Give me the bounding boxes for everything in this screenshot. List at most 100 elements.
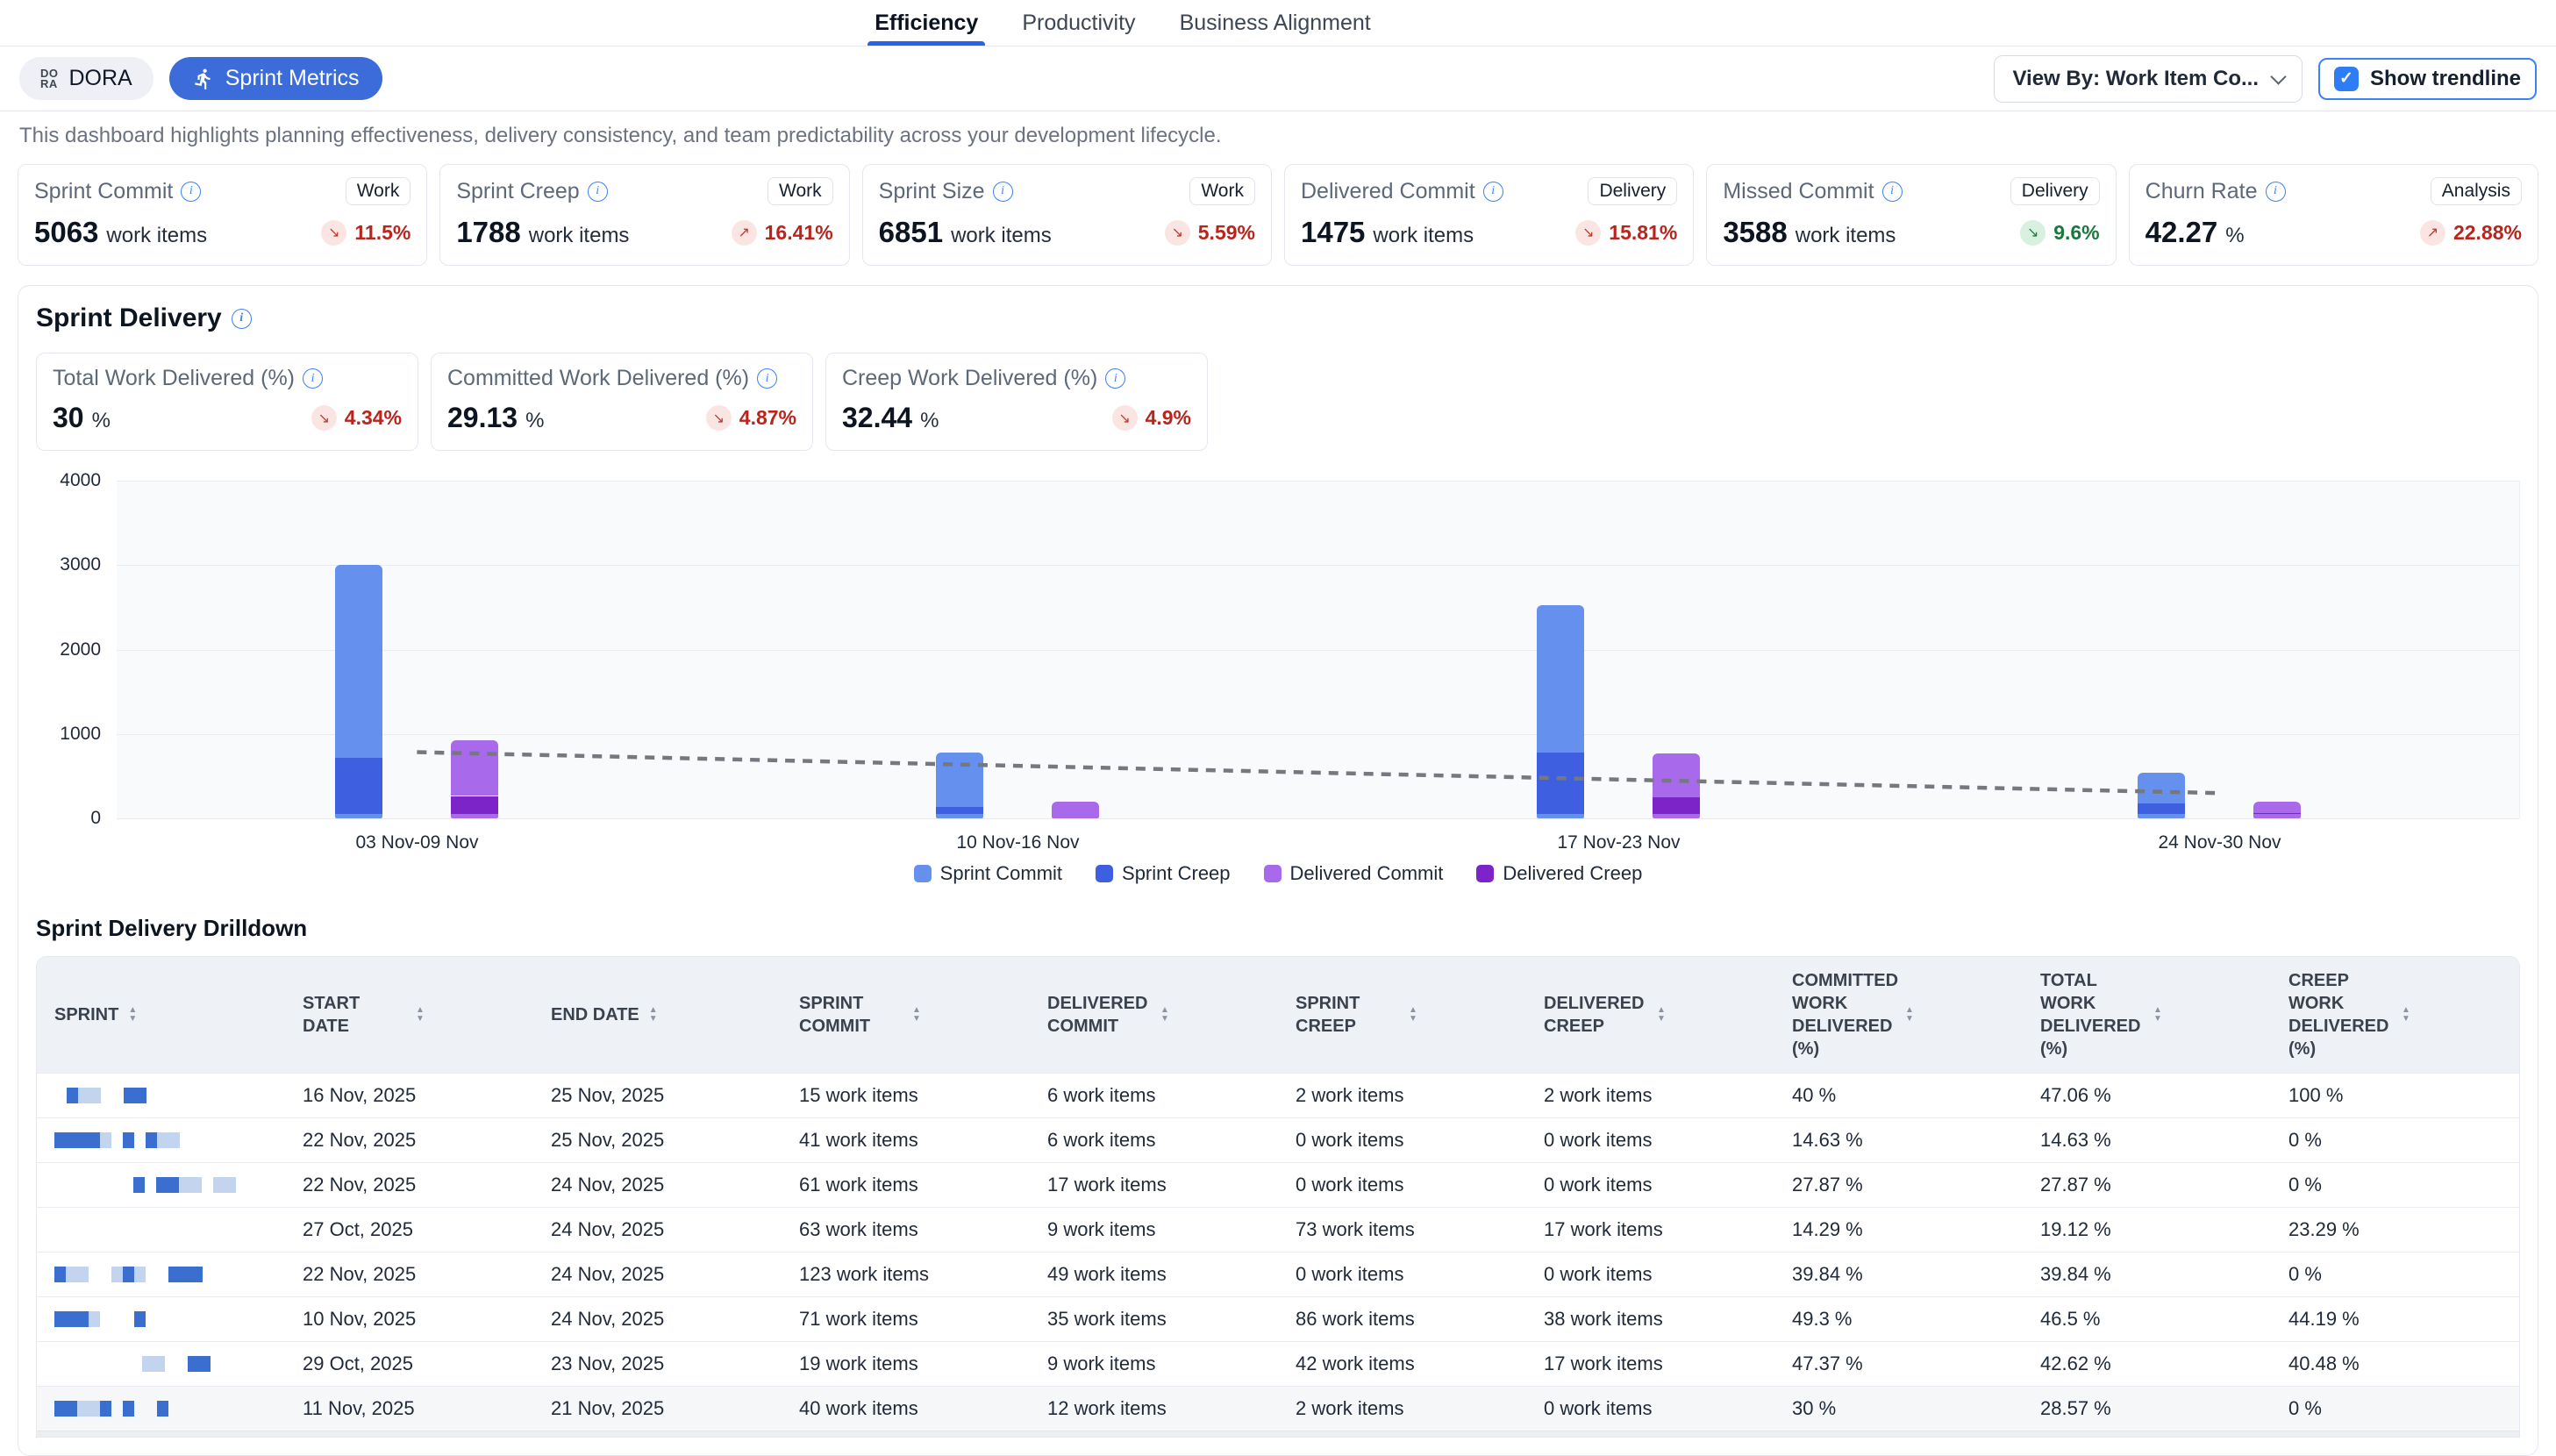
- sprint-delivery-panel: Sprint Delivery Total Work Delivered (%)…: [18, 285, 2538, 1456]
- trendline-checkbox[interactable]: [2334, 67, 2359, 91]
- drilldown-table: Sprint Start DateEnd DateSprint Commit Del…: [36, 956, 2520, 1438]
- redacted-block: [100, 1311, 111, 1327]
- table-row[interactable]: 27 Oct, 202524 Nov, 202563 work items9 w…: [37, 1207, 2519, 1252]
- redacted-block: [134, 1267, 146, 1282]
- redacted-block: [157, 1401, 168, 1417]
- table-cell: 9 work items: [1030, 1218, 1278, 1241]
- column-header-label: Delivered Commit: [1047, 992, 1151, 1038]
- trend-indicator: ↘5.59%: [1165, 220, 1255, 246]
- metric-card-title-row: Total Work Delivered (%): [53, 366, 323, 391]
- table-row[interactable]: 29 Oct, 202523 Nov, 202519 work items9 w…: [37, 1341, 2519, 1386]
- tab-productivity[interactable]: Productivity: [1015, 0, 1142, 46]
- metric-card-header: Total Work Delivered (%): [53, 366, 402, 391]
- legend-item-sprint-creep[interactable]: Sprint Creep: [1096, 862, 1231, 885]
- column-header-label: Sprint: [54, 1003, 118, 1026]
- redacted-block: [100, 1401, 111, 1417]
- column-header-end-date[interactable]: End Date: [533, 991, 782, 1038]
- table-row[interactable]: 22 Nov, 202525 Nov, 202541 work items6 w…: [37, 1117, 2519, 1162]
- category-badge: Work: [1189, 177, 1255, 205]
- table-cell: 27.87 %: [2023, 1174, 2271, 1196]
- legend-item-sprint-commit[interactable]: Sprint Commit: [914, 862, 1062, 885]
- y-tick-label: 3000: [60, 554, 101, 575]
- table-row[interactable]: 22 Nov, 202524 Nov, 2025123 work items49…: [37, 1252, 2519, 1296]
- metric-card-value-row: 5063work items↘11.5%: [34, 216, 411, 249]
- column-header-sprint-creep[interactable]: Sprint Creep: [1278, 980, 1526, 1050]
- table-row[interactable]: 10 Nov, 202524 Nov, 202571 work items35 …: [37, 1296, 2519, 1341]
- redacted-block: [123, 1311, 134, 1327]
- legend-item-delivered-commit[interactable]: Delivered Commit: [1264, 862, 1444, 885]
- table-cell: 11 Nov, 2025: [285, 1397, 533, 1420]
- metric-card-total-work-delivered: Total Work Delivered (%)30%↘4.34%: [36, 353, 418, 451]
- dora-button[interactable]: DO RA DORA: [19, 57, 154, 100]
- column-header-delivered-creep[interactable]: Delivered Creep: [1526, 980, 1774, 1050]
- metric-cards-row: Sprint CommitWork5063work items↘11.5%Spr…: [0, 157, 2556, 266]
- column-header-start-date[interactable]: Start Date: [285, 980, 533, 1050]
- redacted-block: [157, 1267, 168, 1282]
- redacted-block: [168, 1132, 180, 1148]
- info-icon[interactable]: [1483, 182, 1503, 202]
- table-cell: 0 work items: [1526, 1174, 1774, 1196]
- info-icon[interactable]: [993, 182, 1013, 202]
- metric-value: 42.27: [2145, 216, 2218, 249]
- table-row[interactable]: 11 Nov, 202521 Nov, 202540 work items12 …: [37, 1386, 2519, 1431]
- table-row[interactable]: 16 Nov, 202525 Nov, 202515 work items6 w…: [37, 1073, 2519, 1117]
- arrow-down-right-icon: ↘: [2020, 220, 2046, 246]
- legend-item-delivered-creep[interactable]: Delivered Creep: [1476, 862, 1642, 885]
- info-icon[interactable]: [588, 182, 608, 202]
- metric-value-wrap: 6851work items: [879, 216, 1052, 249]
- table-cell: 17 work items: [1526, 1353, 1774, 1375]
- redacted-block: [100, 1132, 111, 1148]
- trend-value: 15.81%: [1609, 221, 1677, 245]
- x-tick-label: 03 Nov-09 Nov: [355, 832, 478, 853]
- dora-button-label: DORA: [69, 66, 132, 91]
- info-icon[interactable]: [181, 182, 201, 202]
- redacted-sprint-name: [142, 1356, 285, 1372]
- redacted-block: [111, 1267, 123, 1282]
- metric-card-header: Missed CommitDelivery: [1723, 177, 2099, 205]
- table-row[interactable]: 22 Nov, 202524 Nov, 202561 work items17 …: [37, 1162, 2519, 1207]
- table-cell: 86 work items: [1278, 1308, 1526, 1331]
- show-trendline-toggle[interactable]: Show trendline: [2318, 58, 2537, 100]
- sprint-cell: [37, 1088, 285, 1103]
- table-cell: 22 Nov, 2025: [285, 1263, 533, 1286]
- info-icon[interactable]: [1882, 182, 1903, 202]
- redacted-sprint-name: [54, 1222, 285, 1238]
- info-icon[interactable]: [303, 368, 323, 389]
- info-icon[interactable]: [757, 368, 777, 389]
- table-cell: 2 work items: [1526, 1084, 1774, 1107]
- category-badge: Delivery: [1588, 177, 1677, 205]
- info-icon[interactable]: [2266, 182, 2286, 202]
- info-icon[interactable]: [232, 309, 252, 329]
- metric-unit: work items: [529, 224, 630, 248]
- column-header-sprint-commit[interactable]: Sprint Commit: [782, 980, 1030, 1050]
- redacted-block: [123, 1267, 134, 1282]
- tab-business-alignment[interactable]: Business Alignment: [1173, 0, 1378, 46]
- view-by-dropdown[interactable]: View By: Work Item Co...: [1994, 55, 2303, 103]
- metric-card-value-row: 6851work items ↘5.59%: [879, 216, 1255, 249]
- column-header-sprint[interactable]: Sprint: [37, 991, 285, 1038]
- redacted-block: [78, 1088, 89, 1103]
- redacted-block: [101, 1088, 112, 1103]
- redacted-sprint-name: [67, 1088, 285, 1103]
- y-tick-label: 2000: [60, 639, 101, 660]
- metric-value-wrap: 30%: [53, 402, 111, 434]
- chart-plot-area: [117, 481, 2520, 818]
- sort-up-icon: [128, 1007, 137, 1014]
- sort-icon: [1160, 1007, 1169, 1023]
- toolbar-left: DO RA DORA Sprint Metrics: [19, 57, 382, 100]
- table-cell: 19 work items: [782, 1353, 1030, 1375]
- table-cell: 40 work items: [782, 1397, 1030, 1420]
- sprint-metrics-button[interactable]: Sprint Metrics: [169, 57, 382, 100]
- trend-indicator: ↘4.87%: [706, 405, 796, 431]
- info-icon[interactable]: [1105, 368, 1125, 389]
- table-cell: 23.29 %: [2271, 1218, 2519, 1241]
- tab-efficiency[interactable]: Efficiency: [867, 0, 985, 46]
- redacted-block: [199, 1356, 211, 1372]
- column-header-creep-work-delivered[interactable]: Creep Work Delivered (%): [2271, 957, 2519, 1073]
- column-header-delivered-commit[interactable]: Delivered Commit: [1030, 980, 1278, 1050]
- redacted-block: [168, 1267, 180, 1282]
- sort-icon: [2402, 1007, 2410, 1023]
- table-cell: 0 %: [2271, 1174, 2519, 1196]
- column-header-total-work-delivered[interactable]: Total Work Delivered (%): [2023, 957, 2271, 1073]
- column-header-committed-work-delivered[interactable]: Committed Work Delivered (%): [1774, 957, 2023, 1073]
